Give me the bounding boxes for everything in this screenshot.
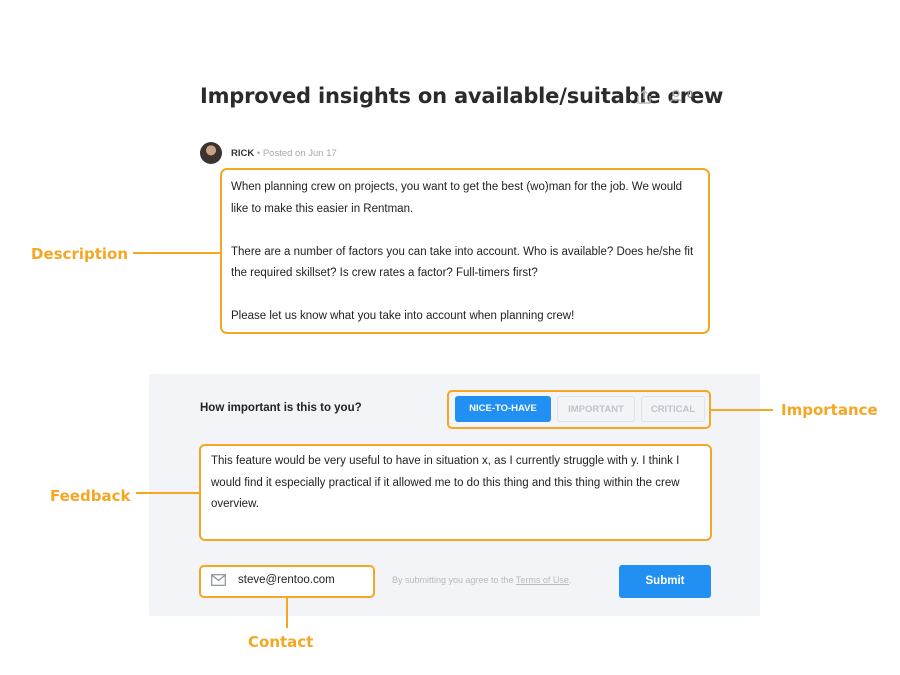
- idea-description: When planning crew on projects, you want…: [231, 177, 701, 349]
- description-callout-label: Description: [31, 245, 129, 263]
- terms-prefix: By submitting you agree to the: [392, 575, 516, 585]
- description-paragraph: There are a number of factors you can ta…: [231, 245, 694, 280]
- avatar: [200, 142, 222, 164]
- description-callout-line: [133, 252, 220, 254]
- importance-critical-button[interactable]: CRITICAL: [641, 396, 705, 422]
- importance-callout-line: [711, 409, 773, 411]
- importance-question: How important is this to you?: [200, 402, 362, 414]
- feedback-callout-label: Feedback: [50, 487, 131, 505]
- terms-notice: By submitting you agree to the Terms of …: [392, 575, 571, 585]
- importance-callout-label: Importance: [781, 401, 878, 419]
- contact-callout-line: [286, 598, 288, 628]
- posted-date: Posted on Jun 17: [262, 148, 337, 159]
- terms-of-use-link[interactable]: Terms of Use: [516, 575, 569, 585]
- post-meta: RICK • Posted on Jun 17: [231, 148, 337, 159]
- contact-callout-label: Contact: [248, 633, 314, 651]
- submit-button[interactable]: Submit: [619, 565, 711, 598]
- importance-nice-to-have-button[interactable]: NICE-TO-HAVE: [455, 396, 551, 422]
- feedback-callout-line: [136, 492, 199, 494]
- share-icon[interactable]: [635, 88, 653, 106]
- mail-icon: [211, 574, 226, 586]
- follow-count: 0: [687, 89, 694, 101]
- description-paragraph: Please let us know what you take into ac…: [231, 310, 575, 322]
- follow-user-icon[interactable]: [668, 88, 684, 104]
- author-name: RICK: [231, 148, 255, 159]
- description-paragraph: When planning crew on projects, you want…: [231, 181, 683, 215]
- contact-email-value: steve@rentoo.com: [238, 574, 335, 586]
- importance-important-button[interactable]: IMPORTANT: [557, 396, 635, 422]
- terms-suffix: .: [568, 575, 572, 585]
- feedback-text: This feature would be very useful to hav…: [211, 455, 680, 510]
